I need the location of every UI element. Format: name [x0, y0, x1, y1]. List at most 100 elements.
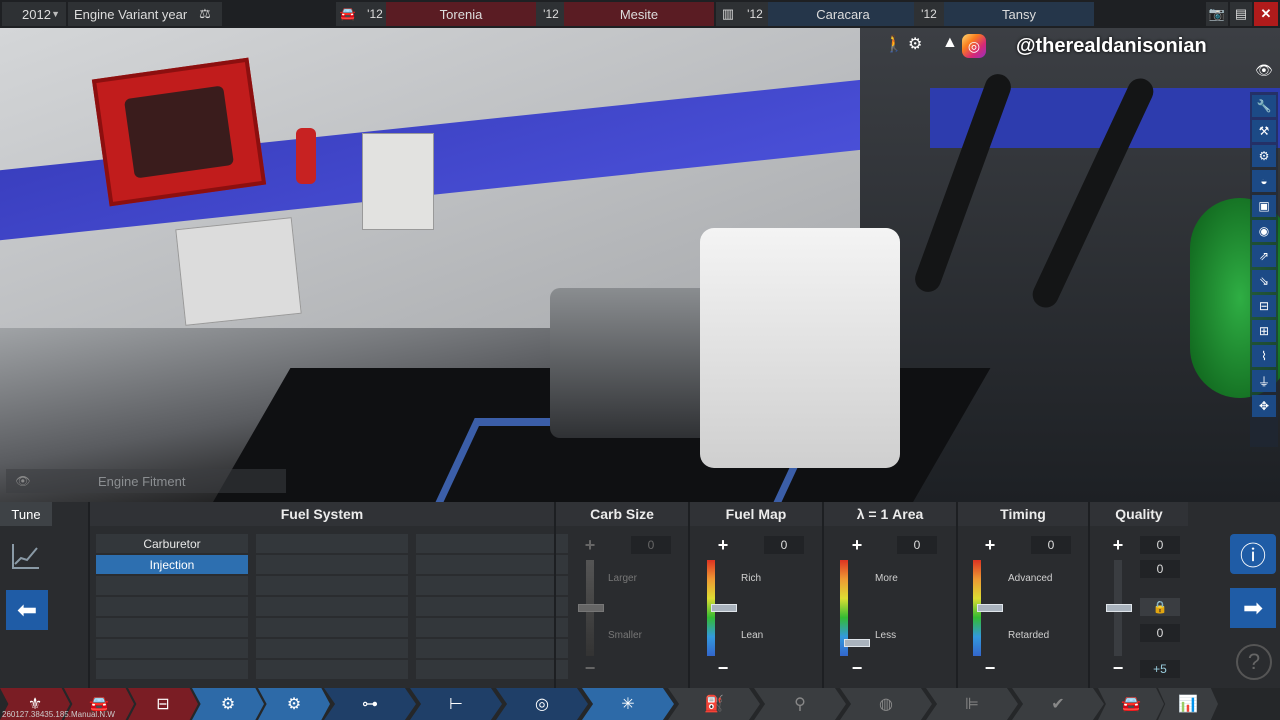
stage-finish-icon[interactable]: ✔ [1012, 688, 1104, 720]
stage-engine-variant-icon[interactable]: ⚙ [258, 688, 330, 720]
list-item [96, 597, 248, 616]
close-icon[interactable]: ✕ [1254, 2, 1278, 26]
lambda-slider[interactable] [844, 639, 870, 648]
tune-tab[interactable]: Tune [0, 502, 52, 526]
fire-hose-reel [91, 57, 267, 207]
top-bar: 2012 ▼ Engine Variant year ⚖ 🚘 '12 Toren… [0, 0, 1280, 28]
walk-icon[interactable]: 🚶 [884, 34, 904, 54]
quality-plus-button[interactable]: + [1109, 535, 1127, 555]
engine-3d-viewport[interactable] [0, 28, 1280, 502]
lock-icon[interactable]: 🔒 [1140, 598, 1180, 616]
fuel-map-lean-label: Lean [741, 630, 764, 641]
stage-bottom-end-icon[interactable]: ⊶ [324, 688, 416, 720]
carb-size-value: 0 [631, 536, 671, 554]
plug-tool-icon[interactable]: ⏚ [1252, 370, 1276, 392]
eye-icon[interactable]: 👁 [6, 474, 40, 488]
fuel-option-injection[interactable]: Injection [96, 555, 248, 574]
balance-scale-icon[interactable]: ⚖ [188, 2, 222, 26]
wall-heater-unit [175, 217, 302, 326]
eye-icon[interactable]: 👁 [1255, 62, 1273, 79]
fuel-option-carburetor[interactable]: Carburetor [96, 534, 248, 553]
list-item [256, 618, 408, 637]
engine-variant-tansy[interactable]: Tansy [944, 2, 1094, 26]
list-item [416, 534, 568, 553]
quality-cost-value: 0 [1140, 560, 1180, 578]
stage-car-icon[interactable]: 🚘 [1098, 688, 1164, 720]
variant-year: '12 [536, 2, 566, 26]
stage-exhaust-icon[interactable]: ⚲ [754, 688, 846, 720]
quality-minus-button[interactable]: − [1109, 658, 1127, 678]
stage-dyno-icon[interactable]: ◍ [840, 688, 932, 720]
carb-size-plus-button: + [584, 534, 596, 555]
tune-panel: Tune ⬅ Fuel System Carburetor Injection … [0, 502, 1280, 688]
camera-icon[interactable]: 📷 [1206, 2, 1228, 26]
move-tool-icon[interactable]: ✥ [1252, 395, 1276, 417]
fuel-map-rich-label: Rich [741, 573, 762, 584]
stage-aspiration-icon[interactable]: ◎ [496, 688, 588, 720]
engine-fitment-label: Engine Fitment [98, 473, 186, 489]
year-dropdown[interactable]: 2012 ▼ [2, 2, 66, 26]
lambda-plus-button[interactable]: + [848, 535, 866, 555]
list-item [416, 618, 568, 637]
design-stage-bar: ⚜ 🚘 ⊟ ⚙ ⚙ ⊶ ⊢ ◎ ✳ ⛽ ⚲ ◍ ⊫ ✔ 🚘 📊 [0, 688, 1280, 720]
filter-tool-icon[interactable]: ⊞ [1252, 320, 1276, 342]
carb-size-minus-button: − [584, 657, 596, 678]
watermark-handle: @therealdanisonian [1016, 34, 1207, 57]
dynamometer [700, 228, 900, 468]
stage-test-icon[interactable]: ⊫ [926, 688, 1018, 720]
gear-icon[interactable]: ⚙ [908, 34, 922, 54]
piston-tool-icon[interactable]: ⚒ [1252, 120, 1276, 142]
exhaust-tool-icon[interactable]: ⇘ [1252, 270, 1276, 292]
save-icon[interactable]: ▤ [1230, 2, 1252, 26]
wrench-tool-icon[interactable]: 🔧 [1252, 95, 1276, 117]
warning-icon[interactable]: ⓘ [1230, 534, 1276, 574]
list-item [96, 660, 248, 679]
engine-model[interactable] [550, 288, 720, 438]
timing-retarded-label: Retarded [1008, 630, 1050, 641]
stage-engine-family-icon[interactable]: ⚙ [192, 688, 264, 720]
variant-mesite[interactable]: Mesite [564, 2, 714, 26]
timing-plus-button[interactable]: + [981, 535, 999, 555]
list-item [256, 555, 408, 574]
timing-minus-button[interactable]: − [981, 658, 999, 678]
engine-fitment-bar[interactable]: 👁 Engine Fitment [6, 469, 286, 493]
family-torenia[interactable]: Torenia [386, 2, 536, 26]
list-item [96, 639, 248, 658]
stage-fuel-tank-icon[interactable]: ⛽ [668, 688, 760, 720]
carb-size-larger-label: Larger [608, 573, 637, 584]
manifold-tool-icon[interactable]: ⊟ [1252, 295, 1276, 317]
engine-family-caracara[interactable]: Caracara [768, 2, 918, 26]
fuel-map-minus-button[interactable]: − [714, 658, 732, 678]
triangle-icon[interactable]: ▲ [942, 34, 958, 52]
stage-car-trim-icon[interactable]: ⊟ [128, 688, 198, 720]
timing-header: Timing [958, 502, 1088, 526]
head-tool-icon[interactable]: ◒ [1252, 170, 1276, 192]
back-arrow-button[interactable]: ⬅ [6, 590, 48, 630]
quality-bonus: +5 [1140, 660, 1180, 678]
block-tool-icon[interactable]: ▣ [1252, 195, 1276, 217]
stage-fuel-system-icon[interactable]: ✳ [582, 688, 674, 720]
timing-advanced-label: Advanced [1008, 573, 1053, 584]
carb-size-slider [578, 604, 604, 612]
fuel-system-header: Fuel System [90, 502, 554, 526]
fire-extinguisher [296, 128, 316, 184]
fuel-map-value: 0 [764, 536, 804, 554]
variant-year-label: Engine Variant year [68, 2, 188, 26]
next-arrow-button[interactable]: ➡ [1230, 588, 1276, 628]
intake-tool-icon[interactable]: ⇗ [1252, 245, 1276, 267]
build-version: 260127.38435.185.Manual.N.W [2, 710, 115, 719]
pipe-tool-icon[interactable]: ⌇ [1252, 345, 1276, 367]
stage-market-icon[interactable]: 📊 [1158, 688, 1218, 720]
help-icon[interactable]: ? [1236, 644, 1272, 680]
list-item [256, 534, 408, 553]
quality-slider[interactable] [1106, 604, 1132, 612]
fuel-map-plus-button[interactable]: + [714, 535, 732, 555]
turbo-tool-icon[interactable]: ◉ [1252, 220, 1276, 242]
graph-icon[interactable] [6, 536, 46, 576]
list-item [256, 639, 408, 658]
fuel-map-slider[interactable] [711, 604, 737, 612]
stage-top-end-icon[interactable]: ⊢ [410, 688, 502, 720]
timing-slider[interactable] [977, 604, 1003, 612]
lambda-minus-button[interactable]: − [848, 658, 866, 678]
engine-tool-icon[interactable]: ⚙ [1252, 145, 1276, 167]
